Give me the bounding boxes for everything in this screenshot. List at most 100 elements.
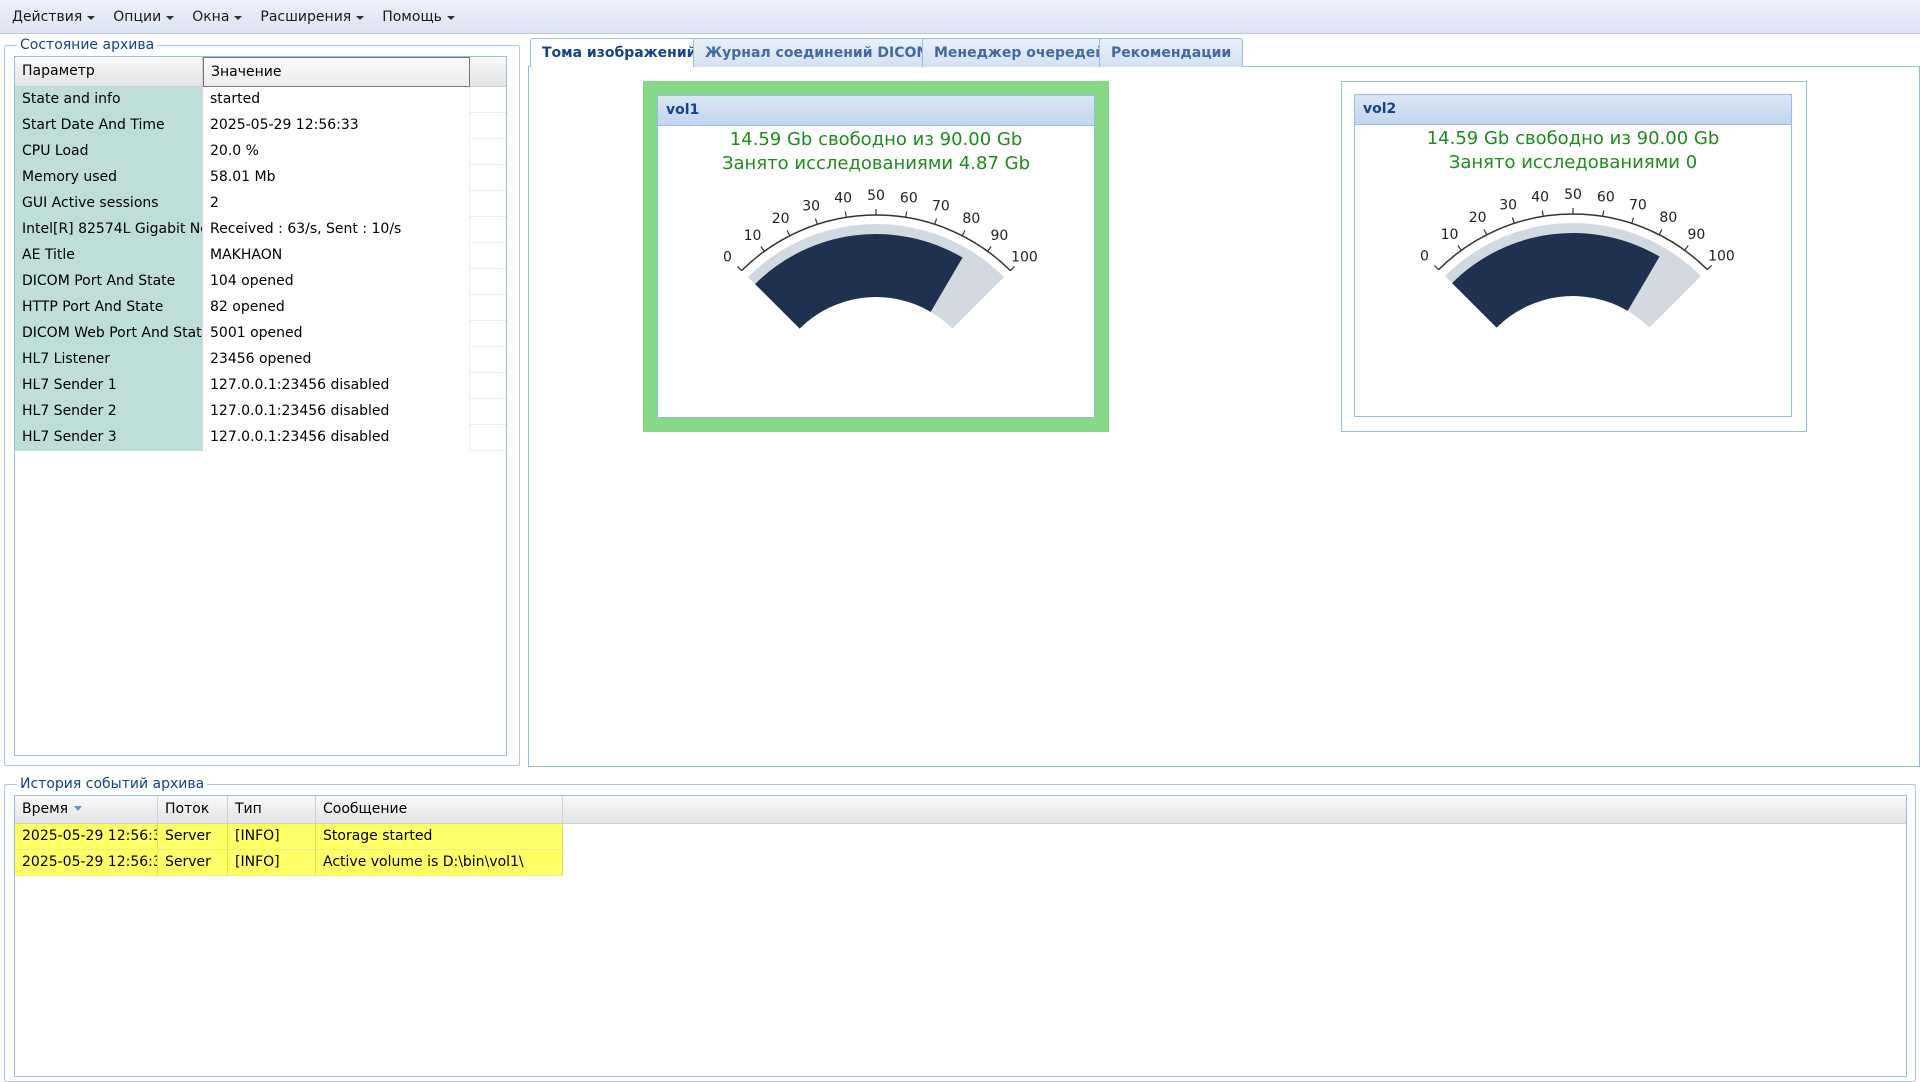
gauge-tick-label: 100: [1708, 249, 1735, 265]
column-type[interactable]: Тип: [228, 796, 316, 824]
menu-extensions-label: Расширения: [260, 8, 352, 25]
status-grid-body: State and info started Start Date And Time…: [15, 87, 506, 451]
table-row[interactable]: Memory used 58.01 Mb: [15, 165, 506, 191]
volume-card-vol2[interactable]: vol2 14.59 Gb свободно из 90.00 Gb Занят…: [1341, 81, 1807, 432]
status-grid-header: Параметр Значение: [15, 57, 506, 87]
table-row[interactable]: HL7 Listener 23456 opened: [15, 347, 506, 373]
param-cell: DICOM Port And State: [15, 269, 203, 295]
column-message[interactable]: Сообщение: [316, 796, 563, 824]
gauge-tick-label: 60: [900, 191, 918, 207]
gauge-tick: [844, 211, 847, 218]
value-cell: 23456 opened: [203, 347, 470, 373]
table-row[interactable]: HL7 Sender 3 127.0.0.1:23456 disabled: [15, 425, 506, 451]
table-row[interactable]: HTTP Port And State 82 opened: [15, 295, 506, 321]
tab-dicom-log[interactable]: Журнал соединений DICOM: [693, 38, 943, 67]
column-time[interactable]: Время: [15, 796, 158, 824]
event-time-cell: 2025-05-29 12:56:33.: [15, 824, 158, 850]
gauge-tick: [1602, 210, 1605, 217]
menu-options[interactable]: Опции: [105, 3, 182, 31]
table-row[interactable]: AE Title MAKHAON: [15, 243, 506, 269]
gauge-tick: [1433, 264, 1440, 271]
table-row[interactable]: HL7 Sender 1 127.0.0.1:23456 disabled: [15, 373, 506, 399]
value-cell: 127.0.0.1:23456 disabled: [203, 399, 470, 425]
volume-free-text: 14.59 Gb свободно из 90.00 Gb: [729, 129, 1023, 150]
menu-help[interactable]: Помощь: [374, 3, 463, 31]
gauge-tick-label: 30: [802, 198, 820, 214]
gauge-tick: [736, 265, 743, 272]
table-row[interactable]: 2025-05-29 12:56:31.Server[INFO]Active v…: [15, 850, 1906, 876]
tab-queue-manager[interactable]: Менеджер очередей: [922, 38, 1118, 67]
gauge-tick: [1541, 210, 1544, 217]
gauge-tick: [1009, 265, 1016, 272]
menu-help-label: Помощь: [382, 8, 442, 25]
sort-descending-icon: [74, 806, 83, 811]
gauge-tick: [905, 211, 908, 218]
gauge-tick-label: 60: [1597, 190, 1615, 206]
gauge-tick-label: 0: [1420, 249, 1429, 265]
table-row[interactable]: 2025-05-29 12:56:33.Server[INFO]Storage …: [15, 824, 1906, 850]
events-grid-body: 2025-05-29 12:56:33.Server[INFO]Storage …: [15, 824, 1906, 876]
table-row[interactable]: Intel[R] 82574L Gigabit NetworkReceived …: [15, 217, 506, 243]
gauge-tick: [760, 246, 765, 252]
event-thread-cell: Server: [158, 824, 228, 850]
table-row[interactable]: State and info started: [15, 87, 506, 113]
value-cell: 82 opened: [203, 295, 470, 321]
gauge-tick-label: 10: [744, 228, 762, 244]
events-grid-header: Время Поток Тип Сообщение: [15, 796, 1906, 824]
volume-card-vol1[interactable]: vol1 14.59 Gb свободно из 90.00 Gb Занят…: [643, 81, 1109, 432]
gauge-tick-label: 20: [1469, 210, 1487, 226]
event-type-cell: [INFO]: [228, 824, 316, 850]
param-cell: HL7 Listener: [15, 347, 203, 373]
event-message-cell: Active volume is D:\bin\vol1\: [316, 850, 563, 876]
param-cell: DICOM Web Port And State: [15, 321, 203, 347]
column-value[interactable]: Значение: [203, 57, 470, 87]
table-row[interactable]: DICOM Port And State 104 opened: [15, 269, 506, 295]
gauge-tick-label: 50: [867, 188, 885, 204]
value-cell: 2025-05-29 12:56:33: [203, 113, 470, 139]
caret-down-icon: [446, 15, 455, 20]
menu-windows[interactable]: Окна: [184, 3, 250, 31]
tab-image-volumes[interactable]: Тома изображений: [530, 38, 709, 68]
table-row[interactable]: DICOM Web Port And State 5001 opened: [15, 321, 506, 347]
table-row[interactable]: CPU Load 20.0 %: [15, 139, 506, 165]
gauge-tick-label: 0: [723, 250, 732, 266]
caret-down-icon: [234, 15, 243, 20]
event-type-cell: [INFO]: [228, 850, 316, 876]
tab-recommendations[interactable]: Рекомендации: [1099, 38, 1244, 67]
table-row[interactable]: HL7 Sender 2 127.0.0.1:23456 disabled: [15, 399, 506, 425]
param-cell: CPU Load: [15, 139, 203, 165]
volume-usage-gauge: 0 10 20 30 40 50 60 70 80 90100: [1420, 187, 1735, 328]
menu-extensions[interactable]: Расширения: [252, 3, 372, 31]
param-cell: HL7 Sender 2: [15, 399, 203, 425]
events-grid: Время Поток Тип Сообщение 2025-05-29 12:…: [14, 795, 1907, 1077]
gauge-tick: [786, 230, 791, 236]
column-thread[interactable]: Поток: [158, 796, 228, 824]
gauge-tick: [814, 218, 818, 225]
value-cell: MAKHAON: [203, 243, 470, 269]
param-cell: Intel[R] 82574L Gigabit Network: [15, 217, 203, 243]
table-row[interactable]: Start Date And Time 2025-05-29 12:56:33: [15, 113, 506, 139]
value-cell: Received : 63/s, Sent : 10/s: [203, 217, 470, 243]
volume-title: vol1: [658, 96, 1094, 126]
status-grid: Параметр Значение State and info started S…: [14, 56, 507, 756]
gauge-tick: [1631, 217, 1635, 224]
value-cell: 104 opened: [203, 269, 470, 295]
value-cell: 127.0.0.1:23456 disabled: [203, 373, 470, 399]
menu-actions-label: Действия: [12, 8, 83, 25]
menu-actions[interactable]: Действия: [4, 3, 103, 31]
gauge-tick-label: 70: [932, 198, 950, 214]
param-cell: HTTP Port And State: [15, 295, 203, 321]
param-cell: HL7 Sender 3: [15, 425, 203, 451]
event-message-cell: Storage started: [316, 824, 563, 850]
table-row[interactable]: GUI Active sessions 2: [15, 191, 506, 217]
gauge-tick-label: 80: [962, 211, 980, 227]
gauge-tick-label: 90: [1688, 227, 1706, 243]
archive-status-title: Состояние архива: [17, 36, 158, 54]
column-param[interactable]: Параметр: [15, 57, 203, 87]
volume-panel: vol1 14.59 Gb свободно из 90.00 Gb Занят…: [657, 95, 1095, 418]
gauge-tick-label: 20: [772, 211, 790, 227]
value-cell: 5001 opened: [203, 321, 470, 347]
gauge-tick-label: 50: [1564, 187, 1582, 203]
gauge-tick-label: 30: [1499, 197, 1517, 213]
param-cell: AE Title: [15, 243, 203, 269]
